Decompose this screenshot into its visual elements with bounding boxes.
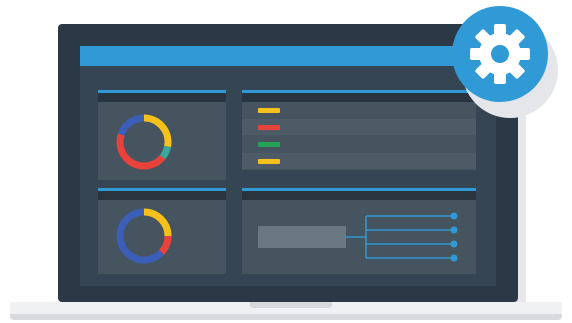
laptop-base-lip: [10, 314, 562, 320]
legend-row: [242, 119, 476, 135]
flow-node: [450, 254, 458, 262]
legend-swatch-yellow: [258, 159, 280, 164]
donut-chart-1: [116, 114, 172, 170]
flow-node: [450, 240, 458, 248]
donut-2-segment-yellow: [143, 208, 172, 237]
donut-1-segment-red: [116, 133, 166, 170]
flow-source-box: [258, 226, 346, 248]
flow-node: [450, 212, 458, 220]
panel-header-bottom-right: [242, 188, 476, 200]
panel-header-top-left: [98, 90, 226, 102]
legend-swatch-yellow: [258, 108, 280, 113]
legend-swatch-red: [258, 125, 280, 130]
panel-top-left: [98, 102, 226, 180]
legend-row: [242, 153, 476, 169]
donut-chart-2: [116, 208, 172, 264]
panel-bottom-right: [242, 200, 476, 274]
donut-2-segment-red: [158, 235, 172, 255]
legend-row: [242, 102, 476, 118]
legend-swatch-green: [258, 142, 280, 147]
flow-node: [450, 226, 458, 234]
legend-row: [242, 136, 476, 152]
panel-top-right: [242, 102, 476, 170]
panel-header-top-right: [242, 90, 476, 102]
panel-header-bottom-left: [98, 188, 226, 200]
settings-button[interactable]: [452, 6, 548, 102]
laptop-notch: [250, 302, 332, 308]
donut-1-segment-yellow: [143, 114, 172, 148]
donut-2-segment-blue: [116, 208, 165, 264]
gear-icon: [470, 24, 530, 84]
panel-bottom-left: [98, 200, 226, 274]
donut-1-segment-teal: [159, 145, 172, 160]
flow-diagram: [258, 212, 458, 262]
donut-1-segment-blue: [117, 114, 145, 136]
dashboard-header-bar: [80, 46, 496, 66]
